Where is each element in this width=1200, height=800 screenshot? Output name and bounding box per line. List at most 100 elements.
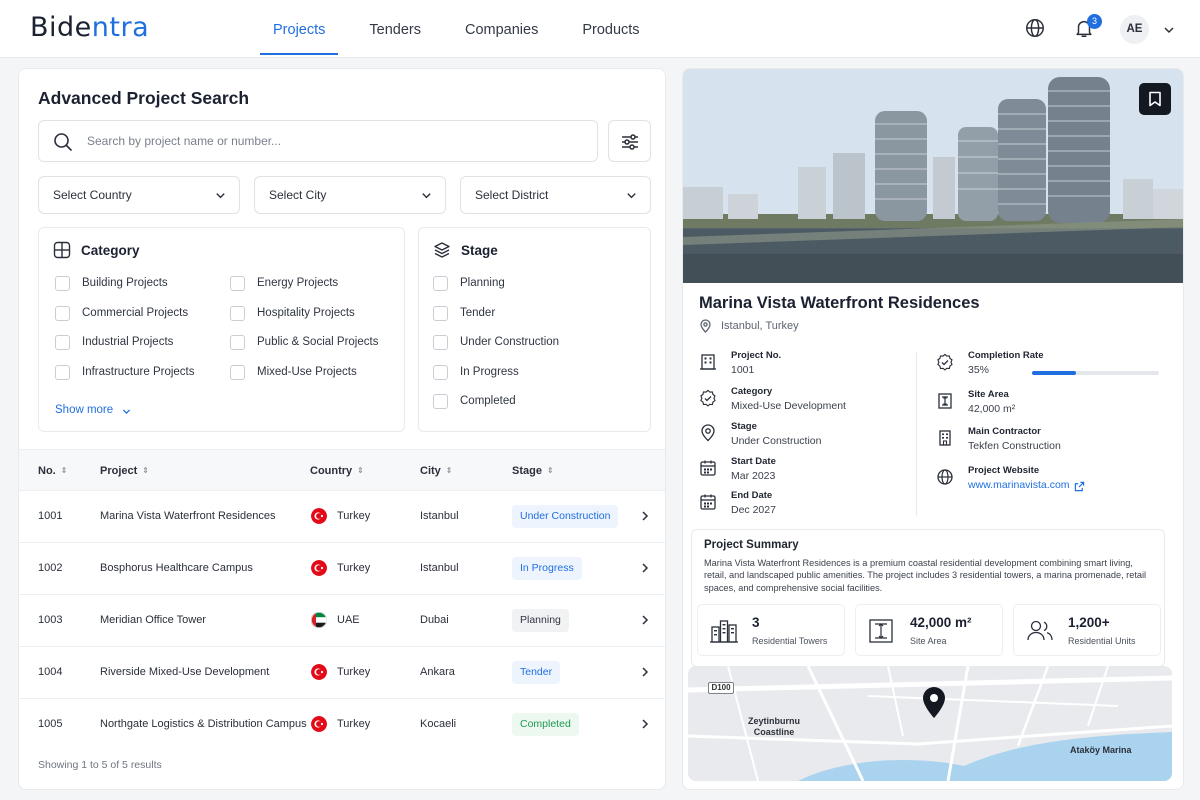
info-completion-rate: Completion Rate 35% [936,350,1146,384]
area-frame-icon [869,619,893,643]
info-category: Category Mixed-Use Development [699,386,909,420]
search-box[interactable] [38,120,598,162]
nav-tenders[interactable]: Tenders [354,0,436,58]
checkbox[interactable] [433,394,448,409]
waterfront-towers-illustration [683,69,1183,283]
project-website-link[interactable]: www.marinavista.com [968,479,1070,491]
panel-title: Advanced Project Search [38,88,250,108]
stat-site-area: 42,000 m² Site Area [855,604,1003,656]
towers-icon [710,620,738,643]
checkbox[interactable] [55,306,70,321]
checkbox[interactable] [433,365,448,380]
checkbox[interactable] [55,335,70,350]
nav-projects[interactable]: Projects [258,0,340,58]
stat-residential-units: 1,200+ Residential Units [1013,604,1161,656]
info-stage: Stage Under Construction [699,421,909,455]
calendar-icon [700,460,716,476]
completion-progress-fill [1032,371,1077,375]
area-icon [938,393,952,409]
chevron-right-icon[interactable] [639,562,651,574]
map-place-label: Ataköy Marina [1070,745,1132,755]
category-filter-card: Category Building Projects Energy Projec… [38,227,405,432]
turkey-flag-icon [311,664,327,680]
checkbox[interactable] [433,306,448,321]
nav-companies[interactable]: Companies [450,0,553,58]
status-badge: Completed [512,713,579,736]
city-select[interactable]: Select City [254,176,446,214]
turkey-flag-icon [311,560,327,576]
office-building-icon [939,430,951,446]
status-badge: In Progress [512,557,582,580]
checkbox[interactable] [433,276,448,291]
globe-icon[interactable] [1024,17,1046,39]
table-row[interactable]: 1004 Riverside Mixed-Use Development Tur… [19,647,665,699]
avatar[interactable]: AE [1120,15,1149,44]
chevron-right-icon[interactable] [639,510,651,522]
table-row[interactable]: 1001 Marina Vista Waterfront Residences … [19,491,665,543]
pagination-summary: Showing 1 to 5 of 5 results [38,759,162,771]
column-header-city[interactable]: City ⇕ [420,465,452,477]
location-map[interactable]: D100 Zeytinburnu Coastline Ataköy Marina [688,666,1172,781]
globe-icon [937,469,953,485]
grid-icon [53,241,71,259]
search-icon [54,133,72,151]
country-select-value: Select Country [53,188,132,202]
sort-icon: ⇕ [142,466,149,475]
sort-icon: ⇕ [445,466,453,475]
column-header-stage[interactable]: Stage ⇕ [512,465,554,477]
sliders-icon [622,134,638,150]
stage-filter-card: Stage Planning Tender Under Construction… [418,227,651,432]
status-badge: Under Construction [512,505,619,528]
bookmark-icon [1149,91,1161,107]
summary-text: Marina Vista Waterfront Residences is a … [704,558,1147,593]
checkbox[interactable] [230,276,245,291]
show-more-link[interactable]: Show more [55,404,131,416]
bidentra-logo[interactable]: Bidentra [30,12,149,43]
main-nav: Projects Tenders Companies Products [258,0,669,58]
sort-icon: ⇕ [546,466,554,475]
calendar-icon [700,494,716,510]
column-header-country[interactable]: Country ⇕ [310,465,364,477]
chevron-right-icon[interactable] [639,718,651,730]
checkbox[interactable] [230,335,245,350]
table-row[interactable]: 1005 Northgate Logistics & Distribution … [19,699,665,751]
table-row[interactable]: 1002 Bosphorus Healthcare Campus Turkey … [19,543,665,595]
external-link-icon[interactable] [1074,481,1085,492]
nav-products[interactable]: Products [567,0,654,58]
chevron-right-icon[interactable] [639,666,651,678]
info-end-date: End Date Dec 2027 [699,490,909,524]
project-summary-card: Project Summary Marina Vista Waterfront … [691,529,1165,667]
country-select[interactable]: Select Country [38,176,240,214]
project-hero-image [683,69,1183,283]
checkbox[interactable] [230,306,245,321]
search-input[interactable] [87,131,567,151]
bookmark-button[interactable] [1139,83,1171,115]
users-icon [1027,620,1053,641]
notification-badge: 3 [1087,14,1102,29]
chevron-right-icon[interactable] [639,614,651,626]
checkbox[interactable] [55,365,70,380]
checkbox[interactable] [55,276,70,291]
info-main-contractor: Main Contractor Tekfen Construction [936,426,1146,460]
info-project-website: Project Website www.marinavista.com [936,465,1146,499]
top-navigation-bar: Bidentra Projects Tenders Companies Prod… [0,0,1200,58]
district-select[interactable]: Select District [460,176,651,214]
chevron-down-icon[interactable] [1162,23,1176,37]
project-title: Marina Vista Waterfront Residences [699,294,980,312]
checkbox[interactable] [230,365,245,380]
column-header-project[interactable]: Project ⇕ [100,465,149,477]
chevron-down-icon [627,193,636,199]
project-detail-panel: Marina Vista Waterfront Residences Istan… [682,68,1184,790]
status-badge: Planning [512,609,569,632]
district-select-value: Select District [475,188,549,202]
badge-icon [700,389,716,407]
column-header-no[interactable]: No. ⇕ [38,465,67,477]
filter-settings-button[interactable] [608,120,651,162]
map-place-label: Zeytinburnu Coastline [748,716,800,737]
layers-icon [434,242,450,258]
road-label: D100 [708,682,734,694]
table-row[interactable]: 1003 Meridian Office Tower UAE Dubai Pla… [19,595,665,647]
checkbox[interactable] [433,335,448,350]
info-site-area: Site Area 42,000 m² [936,389,1146,423]
summary-title: Project Summary [704,539,799,551]
